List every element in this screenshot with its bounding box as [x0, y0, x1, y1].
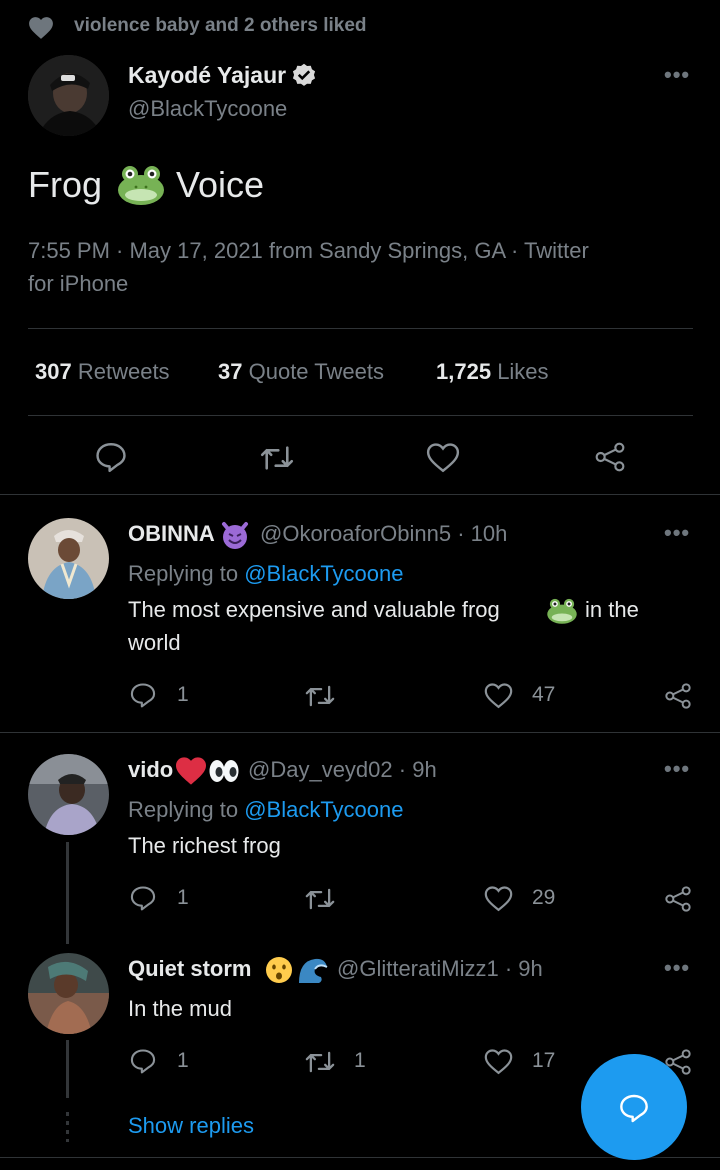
replying-to-prefix: Replying to [128, 561, 245, 586]
reply-avatar[interactable] [28, 754, 109, 835]
reply-bubble-icon [618, 1092, 650, 1124]
tweet-text-after: Voice [176, 164, 265, 205]
replying-to-handle[interactable]: @BlackTycoone [244, 561, 403, 586]
reply-author-handle[interactable]: @Day_veyd02 [248, 757, 393, 782]
reply-author-name[interactable]: vido [128, 757, 173, 783]
retweet-icon[interactable] [259, 442, 295, 474]
thread-line [66, 842, 69, 944]
retweet-icon[interactable] [304, 682, 336, 710]
share-icon[interactable] [594, 441, 626, 473]
red-heart-emoji-icon [174, 756, 208, 786]
thread-line [66, 1040, 69, 1098]
reply-text-line2: world [128, 630, 181, 655]
divider [0, 494, 720, 495]
show-replies-link[interactable]: Show replies [128, 1113, 254, 1139]
reply-text-part-b: in the [585, 597, 639, 622]
water-wave-emoji-icon [297, 955, 329, 985]
reply-count: 1 [177, 886, 189, 909]
share-icon[interactable] [664, 682, 692, 710]
replying-to-prefix: Replying to [128, 797, 245, 822]
reply-count: 1 [177, 1049, 189, 1072]
tweet-text: Frog [28, 164, 102, 206]
likes-label: Likes [497, 359, 549, 384]
more-options-icon[interactable]: ••• [664, 955, 690, 981]
frog-emoji-icon [116, 164, 166, 206]
author-handle[interactable]: @BlackTycoone [128, 96, 287, 122]
thread-dots [66, 1112, 69, 1142]
retweet-count: 1 [354, 1049, 366, 1072]
like-icon[interactable] [484, 682, 513, 710]
likes-stat[interactable]: 1,725 Likes [436, 359, 549, 385]
author-name[interactable]: Kayodé Yajaur [128, 62, 286, 89]
share-icon[interactable] [664, 885, 692, 913]
likes-count: 1,725 [436, 359, 492, 384]
quote-tweets-stat[interactable]: 37 Quote Tweets [218, 359, 384, 385]
reply-count: 1 [177, 683, 189, 706]
reply-header: OBINNA [128, 521, 215, 547]
quotes-count: 37 [218, 359, 243, 384]
more-options-icon[interactable]: ••• [664, 520, 690, 546]
reply-avatar[interactable] [28, 953, 109, 1034]
retweet-icon[interactable] [304, 885, 336, 913]
reply-author-handle[interactable]: @OkoroaforObinn5 [260, 521, 451, 546]
retweets-label: Retweets [77, 359, 170, 384]
replying-to-handle[interactable]: @BlackTycoone [244, 797, 403, 822]
like-icon[interactable] [426, 442, 460, 474]
like-count: 29 [532, 886, 556, 909]
reply-icon[interactable] [94, 440, 128, 474]
like-count: 17 [532, 1049, 556, 1072]
frog-emoji-icon [546, 597, 578, 625]
reply-header-handle: @Day_veyd02 · 9h [248, 757, 437, 783]
reply-icon[interactable] [129, 1047, 157, 1075]
reply-text: In the mud [128, 996, 232, 1021]
reply-icon[interactable] [129, 681, 157, 709]
social-context-text[interactable]: violence baby and 2 others liked [74, 15, 367, 37]
reply-time[interactable]: · 9h [399, 757, 437, 782]
replying-to: Replying to @BlackTycoone [128, 561, 403, 587]
retweets-stat[interactable]: 307 Retweets [35, 359, 170, 385]
reply-time[interactable]: · 10h [457, 521, 507, 546]
more-options-icon[interactable]: ••• [664, 62, 690, 88]
reply-avatar[interactable] [28, 518, 109, 599]
reply-author-handle[interactable]: @GlitteratiMizz1 [337, 956, 499, 981]
reply-header-handle: @GlitteratiMizz1 · 9h [337, 956, 543, 982]
retweet-icon[interactable] [304, 1048, 336, 1076]
reply-text: The richest frog [128, 833, 281, 858]
divider [0, 732, 720, 733]
divider [28, 328, 693, 329]
reply-header-handle: @OkoroaforObinn5 · 10h [260, 521, 507, 547]
hushed-face-emoji-icon [264, 955, 294, 985]
divider [28, 415, 693, 416]
verified-badge-icon [290, 62, 318, 90]
compose-reply-button[interactable] [581, 1054, 687, 1160]
replying-to: Replying to @BlackTycoone [128, 797, 403, 823]
divider [0, 1157, 720, 1158]
eyes-emoji-icon [208, 758, 240, 784]
reply-author-name[interactable]: Quiet storm [128, 956, 251, 982]
like-icon[interactable] [484, 1048, 513, 1076]
reply-text-part-a: The most expensive and valuable frog [128, 597, 500, 622]
like-count: 47 [532, 683, 556, 706]
more-options-icon[interactable]: ••• [664, 756, 690, 782]
quotes-label: Quote Tweets [248, 359, 384, 384]
tweet-text-before: Frog [28, 164, 103, 205]
tweet-meta-line2[interactable]: for iPhone [28, 271, 128, 297]
reply-icon[interactable] [129, 884, 157, 912]
reply-time[interactable]: · 9h [505, 956, 543, 981]
smiling-devil-emoji-icon [220, 520, 250, 550]
retweets-count: 307 [35, 359, 72, 384]
author-avatar[interactable] [28, 55, 109, 136]
like-icon[interactable] [484, 885, 513, 913]
tweet-meta-line1[interactable]: 7:55 PM · May 17, 2021 from Sandy Spring… [28, 238, 589, 264]
reply-text-line1: The most expensive and valuable frog [128, 597, 500, 623]
heart-icon [28, 16, 54, 40]
reply-author-name[interactable]: OBINNA [128, 521, 215, 546]
